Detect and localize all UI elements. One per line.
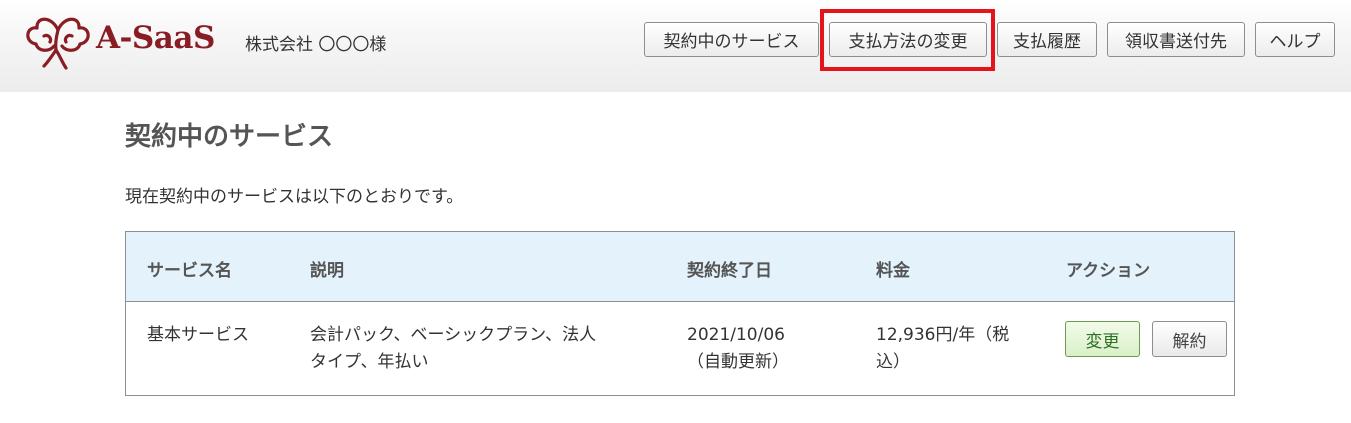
header-end-date: 契約終了日 bbox=[687, 261, 772, 281]
nav-payment-history[interactable]: 支払履歴 bbox=[997, 22, 1097, 57]
nav-contracted-services[interactable]: 契約中のサービス bbox=[644, 22, 819, 57]
cotton-plant-icon bbox=[26, 17, 90, 70]
header-description: 説明 bbox=[310, 261, 344, 281]
end-date-line-1: 2021/10/06 bbox=[687, 325, 785, 345]
cell-service-name: 基本サービス bbox=[147, 325, 249, 345]
change-button[interactable]: 変更 bbox=[1065, 321, 1140, 357]
logo[interactable]: A-SaaS bbox=[22, 8, 222, 72]
nav-help[interactable]: ヘルプ bbox=[1255, 22, 1335, 57]
cell-price: 12,936円/年（税 込） bbox=[876, 322, 1009, 376]
table-header: サービス名 説明 契約終了日 料金 アクション bbox=[126, 232, 1234, 302]
header-actions: アクション bbox=[1066, 261, 1151, 281]
description-line-1: 会計パック、ベーシックプラン、法人 bbox=[310, 325, 597, 345]
cell-end-date: 2021/10/06 （自動更新） bbox=[687, 322, 789, 376]
cancel-contract-button[interactable]: 解約 bbox=[1152, 321, 1227, 357]
page-title: 契約中のサービス bbox=[125, 122, 334, 152]
services-table: サービス名 説明 契約終了日 料金 アクション 基本サービス 会計パック、ベーシ… bbox=[125, 231, 1235, 396]
nav-payment-method-change[interactable]: 支払方法の変更 bbox=[829, 22, 987, 57]
price-line-1: 12,936円/年（税 bbox=[876, 325, 1010, 345]
intro-text: 現在契約中のサービスは以下のとおりです。 bbox=[125, 187, 464, 207]
description-line-2: タイプ、年払い bbox=[310, 352, 429, 372]
end-date-line-2: （自動更新） bbox=[687, 352, 789, 372]
company-name: 株式会社 〇〇〇様 bbox=[245, 35, 387, 55]
app-header: A-SaaS 株式会社 〇〇〇様 契約中のサービス 支払方法の変更 支払履歴 領… bbox=[0, 0, 1351, 92]
cell-description: 会計パック、ベーシックプラン、法人 タイプ、年払い bbox=[310, 322, 596, 376]
header-service-name: サービス名 bbox=[147, 261, 232, 281]
header-price: 料金 bbox=[876, 261, 910, 281]
price-line-2: 込） bbox=[876, 352, 910, 372]
nav-receipt-destination[interactable]: 領収書送付先 bbox=[1107, 22, 1245, 57]
logo-text: A-SaaS bbox=[96, 20, 215, 56]
